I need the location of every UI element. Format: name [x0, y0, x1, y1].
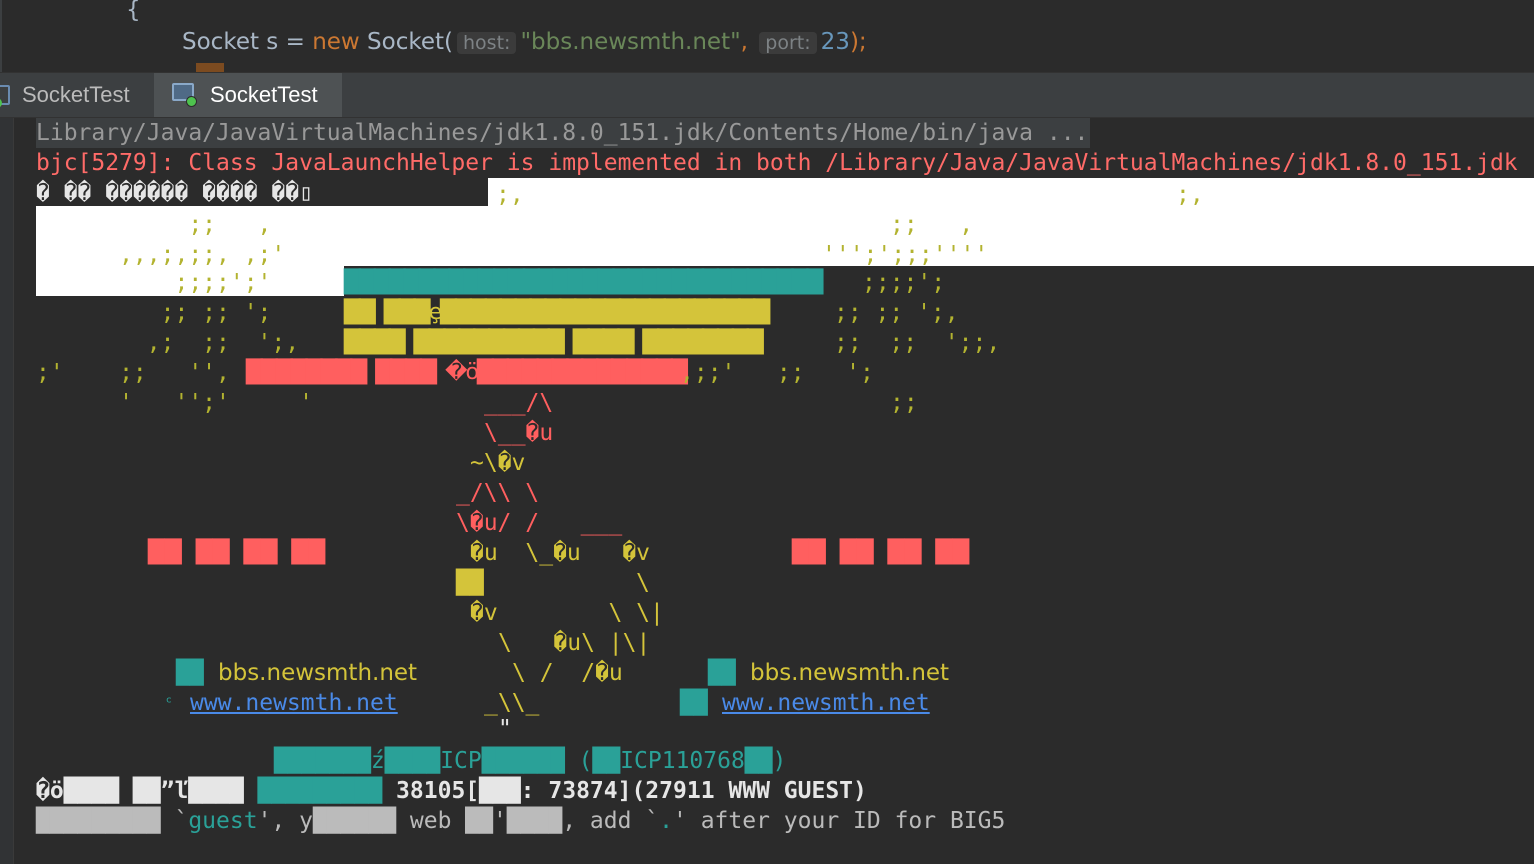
art-text: ,; ;; ';,	[36, 330, 300, 356]
art-text: ;,	[496, 182, 524, 208]
site-prefix-left: ██	[176, 660, 204, 686]
code-close: );	[849, 29, 867, 55]
deer-art: \ / /�u	[512, 660, 623, 686]
param-hint-host: host:	[457, 32, 517, 54]
art-text: ;;;;';	[862, 270, 946, 296]
banner-line-2: ██ ███ȩ██████████████████████	[344, 300, 770, 325]
deer-art: \�u/ / ___	[456, 510, 623, 536]
art-text: ''';';;;''''	[822, 242, 989, 268]
deer-art: \__�u	[484, 420, 554, 446]
banner-line-3: ████ ██████████ ████ ████████	[344, 330, 764, 355]
login-dot: .	[659, 808, 674, 834]
art-text: ;' ;; '',	[36, 360, 230, 386]
tab-sockettest-1[interactable]: SocketTest	[0, 73, 152, 117]
deer-art: �v \ \|	[470, 600, 664, 626]
art-text: ;; ;; ';	[36, 300, 272, 326]
code-editor[interactable]: { Socket s = new Socket(host: "bbs.newsmt…	[0, 0, 1534, 72]
www-link-left[interactable]: www.newsmth.net	[190, 688, 398, 718]
code-port-number: 23	[820, 29, 850, 55]
console-garbled-text: � �� ������ ���� ��▯	[36, 180, 313, 206]
deer-art: �u \_�u �v	[470, 540, 651, 566]
icp-notice: ███████ź████ICP██████ (██ICP110768██)	[274, 748, 787, 774]
banner-line-4: ████████ ████ �ö██████████████	[246, 360, 688, 385]
art-text: ;,	[1176, 182, 1204, 208]
art-text: ;; ,	[36, 212, 272, 238]
selection-highlight	[488, 178, 1534, 206]
art-text: ;; ;; ';,	[834, 300, 959, 326]
stats-label: █████████	[257, 778, 383, 804]
console-command-line: Library/Java/JavaVirtualMachines/jdk1.8.…	[36, 118, 1091, 148]
stats-values: 38105[███: 73874](27911 WWW GUEST)	[382, 778, 867, 804]
running-app-icon	[172, 81, 200, 107]
www-link-right[interactable]: www.newsmth.net	[722, 688, 930, 718]
code-line-brace: {	[126, 0, 141, 23]
login-end: ' after your ID for BIG5	[673, 808, 1006, 834]
tab-label: SocketTest	[22, 82, 130, 107]
www-prefix-right: ██	[680, 690, 708, 716]
param-hint-port: port:	[759, 32, 817, 54]
code-comma: ,	[740, 29, 748, 55]
tab-label: SocketTest	[210, 82, 318, 107]
stats-prefix: �ö████ ██”ľ████	[36, 778, 244, 804]
deer-art: \ �u\ |\|	[498, 630, 651, 656]
art-text: ,;;' ;; ';	[680, 360, 874, 386]
login-prefix: █████████ `	[36, 808, 189, 834]
boxes-right: ██ ██ ██ ██	[792, 540, 970, 565]
site-prefix-right: ██	[708, 660, 736, 686]
run-tab-bar: SocketTest SocketTest	[0, 72, 1534, 118]
art-text: ' '';' '	[36, 390, 313, 416]
deer-art: ~\�v	[470, 450, 526, 476]
console-error-line: bjc[5279]: Class JavaLaunchHelper is imp…	[36, 150, 1518, 176]
code-var: s =	[259, 29, 313, 55]
run-config-icon	[0, 85, 10, 108]
stats-line: �ö████ ██”ľ████ █████████ 38105[███: 738…	[36, 776, 867, 806]
art-text: ;; ;; ';;,	[834, 330, 1001, 356]
banner-line-1: ████████████████████████████████	[344, 270, 823, 295]
bbs-address-left: bbs.newsmth.net	[218, 660, 418, 686]
boxes-left: ██ ██ ██ ██	[148, 540, 326, 565]
code-ctor: Socket(	[359, 29, 454, 55]
art-text: ,,,;,;;, ,;'	[36, 242, 286, 268]
deer-art: ██ \	[456, 570, 650, 596]
code-host-string: "bbs.newsmth.net"	[520, 29, 741, 55]
login-middle: ', у██████ web ██'████, add `	[257, 808, 660, 834]
www-prefix-left: ᶜ	[164, 693, 174, 712]
art-text: ;;;;';'	[36, 270, 272, 296]
code-type: Socket	[182, 29, 259, 55]
deer-art: _/\\ \	[456, 480, 540, 506]
console-output[interactable]: Library/Java/JavaVirtualMachines/jdk1.8.…	[0, 118, 1534, 864]
deer-art: ___/\	[484, 390, 554, 416]
code-keyword-new: new	[312, 29, 360, 55]
deer-art: "	[498, 716, 512, 742]
code-line-socket[interactable]: Socket s = new Socket(host: "bbs.newsmth.…	[182, 29, 867, 55]
art-text: ;; ,	[890, 212, 974, 238]
bbs-address-right: bbs.newsmth.net	[750, 660, 950, 686]
art-text: ;;	[890, 390, 918, 416]
login-guest: guest	[188, 808, 258, 834]
code-line-partial	[196, 63, 224, 72]
console-gutter	[0, 118, 14, 864]
editor-gutter	[0, 0, 2, 72]
tab-sockettest-2[interactable]: SocketTest	[154, 73, 342, 117]
login-prompt: █████████ `guest', у██████ web ██'████, …	[36, 806, 1005, 836]
